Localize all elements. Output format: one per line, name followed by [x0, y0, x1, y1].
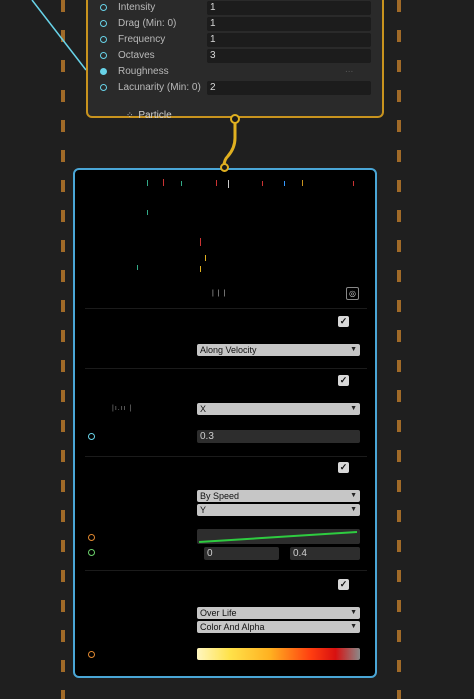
property-label: Drag (Min: 0): [118, 18, 177, 29]
roughness-connected-hint: ...: [345, 64, 354, 75]
chevron-down-icon: ▼: [350, 623, 357, 630]
frequency-input[interactable]: 1: [207, 33, 371, 47]
drag-input[interactable]: 1: [207, 17, 371, 31]
dropdown-value: Over Life: [200, 608, 237, 618]
header-glyph: [147, 180, 148, 186]
input-port[interactable]: [100, 36, 107, 43]
chevron-down-icon: ▼: [350, 609, 357, 616]
chevron-down-icon: ▼: [350, 405, 357, 412]
curve-field[interactable]: [197, 529, 360, 544]
header-glyph: [262, 181, 263, 186]
input-port-connected[interactable]: [100, 68, 107, 75]
input-port[interactable]: [100, 20, 107, 27]
input-port[interactable]: [88, 433, 95, 440]
input-flow-port[interactable]: [220, 163, 229, 172]
sample-mode-dropdown[interactable]: By Speed ▼: [197, 490, 360, 502]
dropdown-value: By Speed: [200, 491, 240, 501]
header-glyph: [200, 266, 201, 272]
header-glyph: [284, 181, 285, 186]
header-glyph: [163, 179, 164, 186]
input-port[interactable]: [88, 534, 95, 541]
particle-icon: ⁘: [126, 110, 134, 120]
block-enable-checkbox[interactable]: ✓: [338, 375, 349, 386]
property-label: Roughness: [118, 66, 169, 77]
header-glyph: [353, 181, 354, 186]
octaves-input[interactable]: 3: [207, 49, 371, 63]
settings-gear-icon[interactable]: ◎: [346, 287, 359, 300]
axis-dropdown[interactable]: Y ▼: [197, 504, 360, 516]
dropdown-value: Color And Alpha: [200, 622, 265, 632]
header-glyph: [137, 265, 138, 270]
property-roughness: Roughness ...: [100, 64, 380, 80]
angle-input[interactable]: 0.3: [197, 430, 360, 443]
block-enable-checkbox[interactable]: ✓: [338, 462, 349, 473]
intensity-input[interactable]: 1: [207, 1, 371, 15]
output-flow-port[interactable]: [230, 114, 240, 124]
property-drag: Drag (Min: 0) 1: [100, 17, 380, 32]
header-glyph: [216, 180, 217, 186]
header-glyph: [147, 210, 148, 215]
header-glyph: [200, 238, 201, 246]
chevron-down-icon: ▼: [350, 492, 357, 499]
sample-mode-dropdown[interactable]: Over Life ▼: [197, 607, 360, 619]
dropdown-value: X: [200, 404, 207, 414]
property-octaves: Octaves 3: [100, 49, 380, 64]
property-lacunarity: Lacunarity (Min: 0) 2: [100, 81, 380, 96]
chevron-down-icon: ▼: [350, 506, 357, 513]
property-label: Intensity: [118, 2, 156, 13]
input-port[interactable]: [100, 4, 107, 11]
header-glyph: [228, 180, 229, 188]
block-enable-checkbox[interactable]: ✓: [338, 579, 349, 590]
input-port[interactable]: [100, 52, 107, 59]
gradient-field[interactable]: [197, 648, 360, 660]
node-title: ⁘ Particle: [126, 110, 172, 121]
orient-block: [85, 308, 367, 368]
orientation-mode-dropdown[interactable]: Along Velocity ▼: [197, 344, 360, 356]
property-label: Frequency: [118, 34, 166, 45]
header-glyph: [302, 180, 303, 186]
range-min-input[interactable]: 0: [204, 547, 279, 560]
property-frequency: Frequency 1: [100, 33, 380, 48]
setting-label-glyph: |ı.ıı |: [112, 405, 133, 412]
range-max-input[interactable]: 0.4: [290, 547, 360, 560]
input-port[interactable]: [88, 549, 95, 556]
header-glyph: | | |: [212, 290, 227, 297]
lacunarity-input[interactable]: 2: [207, 81, 371, 95]
dropdown-value: Along Velocity: [200, 345, 257, 355]
noise-operator-node[interactable]: Intensity 1 Drag (Min: 0) 1 Frequency 1 …: [86, 0, 384, 118]
axis-dropdown[interactable]: X ▼: [197, 403, 360, 415]
dropdown-value: Y: [200, 505, 207, 515]
property-label: Lacunarity (Min: 0): [118, 82, 201, 93]
property-intensity: Intensity 1: [100, 1, 380, 16]
chevron-down-icon: ▼: [350, 346, 357, 353]
node-title-label: Particle: [138, 110, 172, 121]
block-enable-checkbox[interactable]: ✓: [338, 316, 349, 327]
header-glyph: [181, 181, 182, 186]
input-port[interactable]: [88, 651, 95, 658]
composition-dropdown[interactable]: Color And Alpha ▼: [197, 621, 360, 633]
header-glyph: [205, 255, 206, 261]
input-port[interactable]: [100, 84, 107, 91]
property-label: Octaves: [118, 50, 155, 61]
